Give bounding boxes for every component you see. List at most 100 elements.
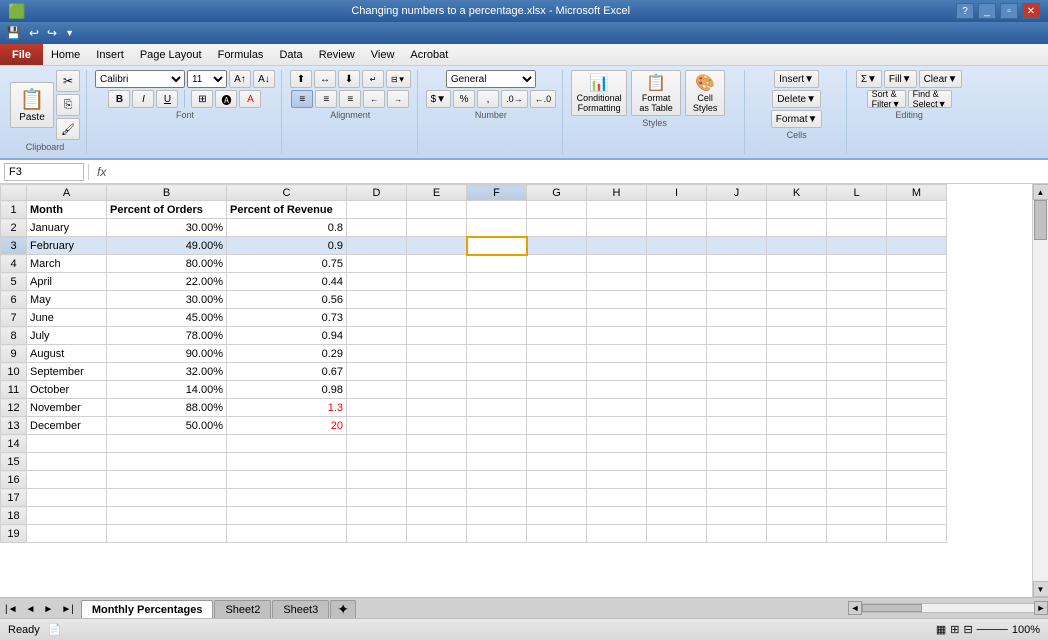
spreadsheet[interactable]: A B C D E F G H I J K L M 1MonthPercent … [0, 184, 1032, 597]
file-menu[interactable]: File [0, 44, 43, 65]
row-header-16[interactable]: 16 [1, 471, 27, 489]
row-header-8[interactable]: 8 [1, 327, 27, 345]
sheet-tab-sheet3[interactable]: Sheet3 [272, 600, 329, 618]
cell-B11[interactable]: 14.00% [107, 381, 227, 399]
cell-D14[interactable] [347, 435, 407, 453]
cell-K16[interactable] [767, 471, 827, 489]
col-header-b[interactable]: B [107, 185, 227, 201]
cell-D16[interactable] [347, 471, 407, 489]
cell-G8[interactable] [527, 327, 587, 345]
increase-indent-button[interactable]: → [387, 90, 409, 108]
cell-C8[interactable]: 0.94 [227, 327, 347, 345]
cell-D11[interactable] [347, 381, 407, 399]
cell-C5[interactable]: 0.44 [227, 273, 347, 291]
cell-H15[interactable] [587, 453, 647, 471]
cell-F3[interactable] [467, 237, 527, 255]
normal-view-button[interactable]: ▦ [936, 623, 946, 636]
cell-C17[interactable] [227, 489, 347, 507]
row-header-11[interactable]: 11 [1, 381, 27, 399]
cell-I13[interactable] [647, 417, 707, 435]
format-cells-button[interactable]: Format▼ [771, 110, 823, 128]
cell-M9[interactable] [887, 345, 947, 363]
cell-F4[interactable] [467, 255, 527, 273]
row-header-12[interactable]: 12 [1, 399, 27, 417]
cell-I9[interactable] [647, 345, 707, 363]
cell-B3[interactable]: 49.00% [107, 237, 227, 255]
cell-E17[interactable] [407, 489, 467, 507]
row-header-9[interactable]: 9 [1, 345, 27, 363]
cell-J16[interactable] [707, 471, 767, 489]
cell-F6[interactable] [467, 291, 527, 309]
cell-M5[interactable] [887, 273, 947, 291]
cell-G16[interactable] [527, 471, 587, 489]
cell-C16[interactable] [227, 471, 347, 489]
cell-M10[interactable] [887, 363, 947, 381]
cell-B18[interactable] [107, 507, 227, 525]
cell-A15[interactable] [27, 453, 107, 471]
cell-K1[interactable] [767, 201, 827, 219]
row-header-18[interactable]: 18 [1, 507, 27, 525]
cell-D12[interactable] [347, 399, 407, 417]
cell-E4[interactable] [407, 255, 467, 273]
cell-E3[interactable] [407, 237, 467, 255]
cell-L5[interactable] [827, 273, 887, 291]
home-menu[interactable]: Home [43, 44, 88, 65]
decrease-indent-button[interactable]: ← [363, 90, 385, 108]
cell-G1[interactable] [527, 201, 587, 219]
cell-B14[interactable] [107, 435, 227, 453]
cell-E9[interactable] [407, 345, 467, 363]
page-layout-menu[interactable]: Page Layout [132, 44, 210, 65]
cell-E5[interactable] [407, 273, 467, 291]
cell-B15[interactable] [107, 453, 227, 471]
autosum-button[interactable]: Σ▼ [856, 70, 882, 88]
cell-M19[interactable] [887, 525, 947, 543]
horizontal-scrollbar[interactable]: ◄ ► [848, 599, 1048, 617]
sheet-nav-last[interactable]: ►| [58, 603, 77, 616]
cell-G17[interactable] [527, 489, 587, 507]
cell-H8[interactable] [587, 327, 647, 345]
italic-button[interactable]: I [132, 90, 154, 108]
cell-I10[interactable] [647, 363, 707, 381]
h-scroll-track[interactable] [862, 603, 1034, 613]
redo-quick-button[interactable]: ↪ [45, 26, 59, 40]
cell-K8[interactable] [767, 327, 827, 345]
cell-C6[interactable]: 0.56 [227, 291, 347, 309]
clear-button[interactable]: Clear▼ [919, 70, 963, 88]
col-header-h[interactable]: H [587, 185, 647, 201]
cell-D8[interactable] [347, 327, 407, 345]
cell-I1[interactable] [647, 201, 707, 219]
cell-I17[interactable] [647, 489, 707, 507]
cell-C13[interactable]: 20 [227, 417, 347, 435]
cell-I16[interactable] [647, 471, 707, 489]
cell-K4[interactable] [767, 255, 827, 273]
wrap-text-button[interactable]: ↵ [362, 70, 384, 88]
cell-L14[interactable] [827, 435, 887, 453]
cell-M17[interactable] [887, 489, 947, 507]
cell-E13[interactable] [407, 417, 467, 435]
cell-J15[interactable] [707, 453, 767, 471]
align-bottom-button[interactable]: ⬇ [338, 70, 360, 88]
cell-E1[interactable] [407, 201, 467, 219]
cell-E18[interactable] [407, 507, 467, 525]
formula-input[interactable] [114, 166, 1044, 178]
cell-G5[interactable] [527, 273, 587, 291]
cell-styles-button[interactable]: 🎨 CellStyles [685, 70, 725, 116]
customize-quick-button[interactable]: ▼ [63, 28, 76, 38]
cell-D1[interactable] [347, 201, 407, 219]
cell-B19[interactable] [107, 525, 227, 543]
help-button[interactable]: ? [956, 3, 974, 19]
row-header-6[interactable]: 6 [1, 291, 27, 309]
cell-B5[interactable]: 22.00% [107, 273, 227, 291]
sheet-nav-prev[interactable]: ◄ [23, 603, 39, 616]
cell-A8[interactable]: July [27, 327, 107, 345]
cell-C7[interactable]: 0.73 [227, 309, 347, 327]
cell-D17[interactable] [347, 489, 407, 507]
increase-font-button[interactable]: A↑ [229, 70, 251, 88]
col-header-f[interactable]: F [467, 185, 527, 201]
view-menu[interactable]: View [363, 44, 403, 65]
cell-L13[interactable] [827, 417, 887, 435]
cell-H13[interactable] [587, 417, 647, 435]
comma-button[interactable]: , [477, 90, 499, 108]
cell-D13[interactable] [347, 417, 407, 435]
cell-F9[interactable] [467, 345, 527, 363]
